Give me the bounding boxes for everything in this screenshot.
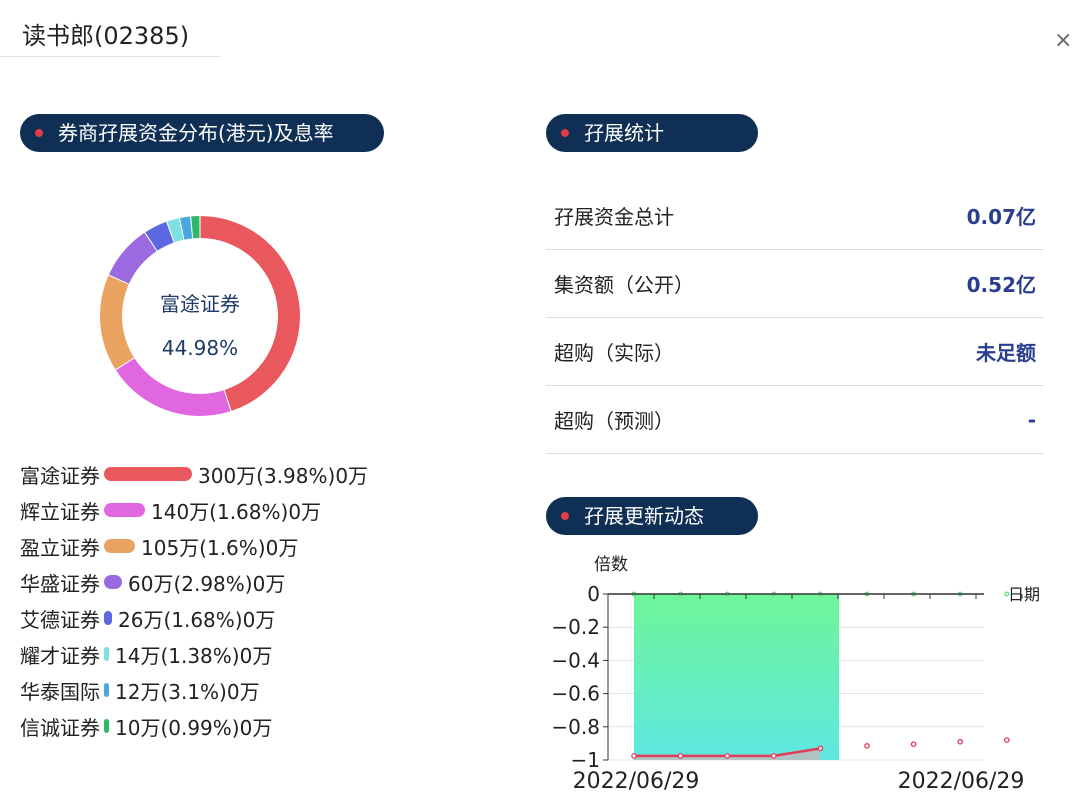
legend-amount-bar [104,539,135,553]
section-title-stats: 孖展统计 [546,114,758,152]
y-tick-label: −0.2 [551,615,600,639]
stat-row: 集资额（公开） 0.52亿 [546,250,1044,318]
broker-legend: 富途证券 300万(3.98%)0万辉立证券 140万(1.68%)0万盈立证券 10… [20,456,368,744]
legend-item: 华盛证券 60万(2.98%)0万 [20,564,368,600]
window-title: 读书郎(02385) [22,22,190,50]
y-tick-label: −0.6 [551,682,600,706]
legend-amount-detail: 26万(1.68%)0万 [118,607,276,632]
highlight-band [634,594,840,760]
legend-amount-bar [104,467,192,481]
stat-value: - [1027,407,1036,432]
series-point[interactable] [631,753,637,759]
stat-label: 孖展资金总计 [554,205,674,229]
legend-amount-bar [104,683,109,697]
stat-value: 未足额 [976,341,1036,365]
legend-amount-detail: 12万(3.1%)0万 [115,679,260,704]
legend-amount-bar [104,575,122,589]
legend-broker-name: 华泰国际 [20,679,100,704]
stat-label: 集资额（公开） [554,273,694,297]
stat-value: 0.07亿 [966,205,1036,229]
legend-item: 华泰国际 12万(3.1%)0万 [20,672,368,708]
legend-broker-name: 艾德证券 [20,607,100,632]
legend-amount-detail: 60万(2.98%)0万 [128,571,286,596]
x-tick-label: 2022/06/29 [573,769,700,794]
y-tick-label: 0 [587,582,600,606]
legend-item: 辉立证券 140万(1.68%)0万 [20,492,368,528]
legend-amount-detail: 300万(3.98%)0万 [198,463,369,488]
donut-center-name: 富途证券 [160,292,240,316]
legend-broker-name: 盈立证券 [20,535,100,560]
legend-broker-name: 辉立证券 [20,499,100,524]
legend-amount-bar [104,611,112,625]
legend-item: 信诚证券 10万(0.99%)0万 [20,708,368,744]
bullet-dot-icon [561,512,569,520]
donut-slice-2[interactable] [116,358,231,416]
bullet-dot-icon [35,129,43,137]
legend-item: 耀才证券 14万(1.38%)0万 [20,636,368,672]
y-tick-label: −0.8 [551,715,600,739]
series-point[interactable] [724,753,731,759]
section-title-updates-label: 孖展更新动态 [584,504,704,528]
legend-item: 艾德证券 26万(1.68%)0万 [20,600,368,636]
section-title-updates: 孖展更新动态 [546,497,758,535]
legend-broker-name: 富途证券 [20,463,100,488]
series-point[interactable] [864,743,870,749]
y-axis-title: 倍数 [594,555,628,575]
bullet-dot-icon [561,129,569,137]
x-axis-title: 日期 [1008,585,1040,604]
donut-slice-8[interactable] [191,216,200,239]
margin-update-chart: 0−0.2−0.4−0.6−0.8−1倍数日期2022/06/29 2022/06… [551,555,1040,794]
legend-broker-name: 耀才证券 [20,643,100,668]
legend-amount-bar [104,719,109,733]
window-title-tab: 读书郎(02385) [0,0,221,57]
series-point[interactable] [677,753,684,759]
donut-slice-4[interactable] [108,232,157,284]
y-tick-label: −0.4 [551,648,600,672]
x-tick-label: 2022/06/29 [898,769,1025,794]
series-point[interactable] [1003,737,1010,743]
section-title-distribution-label: 券商孖展资金分布(港元)及息率 [58,121,334,145]
legend-amount-detail: 105万(1.6%)0万 [141,535,299,560]
section-title-distribution: 券商孖展资金分布(港元)及息率 [20,114,384,152]
series-point[interactable] [770,753,777,759]
legend-amount-bar [104,647,109,661]
legend-amount-detail: 14万(1.38%)0万 [115,643,273,668]
margin-stats-table: 孖展资金总计 0.07亿集资额（公开） 0.52亿超购（实际） 未足额超购（预测） - [546,182,1044,454]
stat-value: 0.52亿 [966,273,1036,297]
series-point[interactable] [910,741,917,748]
stat-row: 孖展资金总计 0.07亿 [546,182,1044,250]
legend-item: 盈立证券 105万(1.6%)0万 [20,528,368,564]
series-point[interactable] [817,745,824,752]
legend-amount-detail: 140万(1.68%)0万 [151,499,322,524]
section-title-stats-label: 孖展统计 [584,121,664,145]
donut-center-percent: 44.98% [161,336,239,360]
series-point[interactable] [957,738,964,745]
stat-row: 超购（实际） 未足额 [546,318,1044,386]
legend-amount-detail: 10万(0.99%)0万 [115,715,273,740]
legend-item: 富途证券 300万(3.98%)0万 [20,456,368,492]
legend-broker-name: 华盛证券 [20,571,100,596]
stat-label: 超购（预测） [554,409,674,433]
legend-broker-name: 信诚证券 [20,715,100,740]
legend-amount-bar [104,503,145,517]
stat-label: 超购（实际） [554,341,674,365]
stat-row: 超购（预测） - [546,386,1044,454]
close-icon[interactable]: × [1054,28,1072,53]
